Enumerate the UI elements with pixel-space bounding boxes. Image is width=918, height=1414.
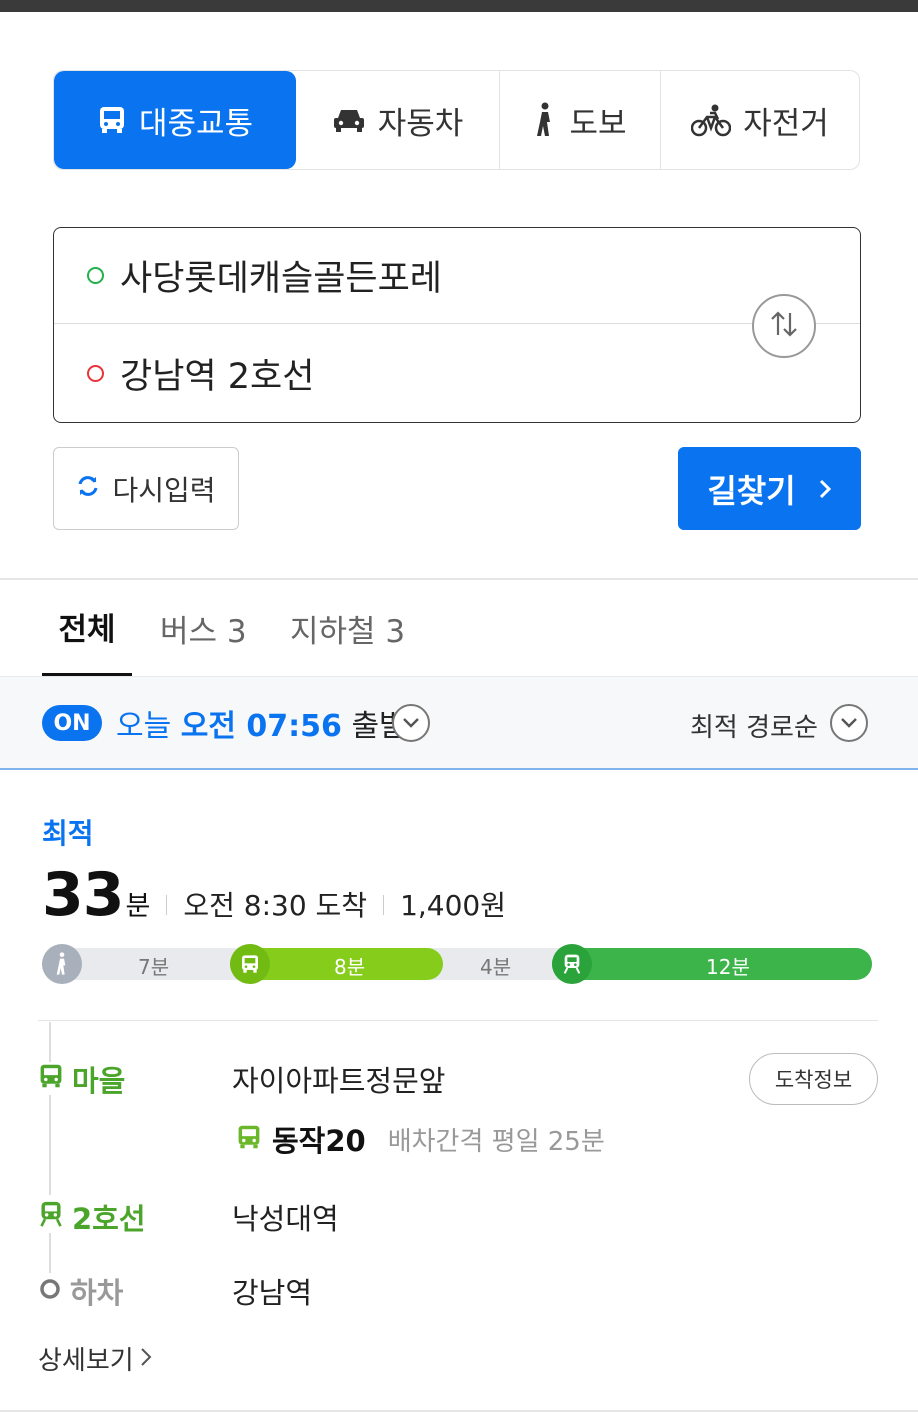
- step-alight-stop: 강남역: [232, 1276, 313, 1310]
- departure-day: 오늘: [116, 709, 172, 744]
- timeline-bus-label: 8분: [334, 955, 366, 979]
- bottom-divider: [0, 1410, 918, 1412]
- chevron-down-icon: [402, 714, 420, 733]
- chevron-right-icon: [818, 470, 832, 508]
- swap-arrows-icon: [767, 309, 801, 343]
- bus-interval: 배차간격 평일 25분: [387, 1126, 605, 1157]
- best-route-label: 최적: [42, 817, 94, 850]
- chevron-down-icon: [840, 714, 858, 733]
- duration-unit: 분: [125, 891, 151, 922]
- search-label: 길찾기: [707, 471, 796, 510]
- search-route-button[interactable]: 길찾기: [678, 447, 861, 530]
- tab-car[interactable]: 자동차: [296, 71, 500, 169]
- timeline-subway-label: 12분: [706, 955, 750, 979]
- step-connector: [49, 1233, 51, 1273]
- subway-icon: [552, 944, 592, 984]
- step-alight-label: 하차: [38, 1270, 123, 1312]
- destination-dot-icon: [87, 364, 104, 382]
- departure-time-selector[interactable]: 오늘 오전 07:56 출발: [116, 701, 407, 745]
- swap-route-button[interactable]: [752, 294, 816, 358]
- bus-icon: [38, 1062, 64, 1096]
- sort-dropdown-button[interactable]: [830, 704, 868, 742]
- step-bus-type: 마을: [72, 1064, 126, 1098]
- tab-all[interactable]: 전체: [42, 580, 132, 676]
- tab-car-label: 자동차: [377, 105, 464, 142]
- duration-value: 33: [42, 860, 124, 930]
- status-bar: [0, 0, 918, 12]
- origin-text: 사당롯데캐슬골든포레: [120, 259, 443, 299]
- departure-time: 오전 07:56: [180, 709, 342, 744]
- alight-circle-icon: [38, 1274, 62, 1308]
- bike-icon: [691, 103, 732, 137]
- origin-field[interactable]: 사당롯데캐슬골든포레: [54, 228, 860, 324]
- bus-icon: [230, 944, 270, 984]
- separator: [166, 895, 168, 915]
- step-subway-stop: 낙성대역: [232, 1202, 339, 1236]
- step-bus-stop: 자이아파트정문앞: [232, 1064, 446, 1098]
- bus-number: 동작20: [272, 1124, 366, 1158]
- departure-options-bar: ON 오늘 오전 07:56 출발 최적 경로순: [0, 676, 918, 770]
- destination-field[interactable]: 강남역 2호선: [54, 325, 860, 421]
- route-summary: 33 분 오전 8:30 도착 1,400원: [42, 860, 506, 930]
- transport-mode-tabs: 대중교통 자동차 도보 자전거: [53, 70, 860, 170]
- reset-button[interactable]: 다시입력: [53, 447, 239, 530]
- tab-bike[interactable]: 자전거: [661, 71, 859, 169]
- step-bus-label: 마을: [38, 1058, 125, 1100]
- tab-subway[interactable]: 지하철 3: [290, 580, 405, 676]
- step-subway-type: 2호선: [72, 1202, 146, 1236]
- tab-walk[interactable]: 도보: [500, 71, 661, 169]
- departure-dropdown-button[interactable]: [392, 704, 430, 742]
- step-subway-label: 2호선: [38, 1196, 146, 1238]
- bus-line-info: 동작20 배차간격 평일 25분: [236, 1118, 605, 1160]
- bus-icon: [236, 1124, 262, 1154]
- detail-link[interactable]: 상세보기: [38, 1340, 152, 1377]
- timeline-walk1-label: 7분: [138, 955, 170, 979]
- arrival-time: 오전 8:30 도착: [183, 889, 368, 922]
- destination-text: 강남역 2호선: [120, 356, 315, 397]
- fare: 1,400원: [400, 889, 506, 922]
- subway-icon: [38, 1200, 64, 1235]
- tab-bus[interactable]: 버스 3: [160, 580, 247, 676]
- sort-selector[interactable]: 최적 경로순: [690, 707, 818, 744]
- route-input-box: 사당롯데캐슬골든포레 강남역 2호선: [53, 227, 861, 423]
- result-filter-tabs: 전체 버스 3 지하철 3: [0, 580, 918, 676]
- step-alight-type: 하차: [70, 1276, 124, 1310]
- reset-label: 다시입력: [112, 473, 216, 507]
- car-icon: [332, 106, 366, 134]
- chevron-right-icon: [140, 1344, 152, 1374]
- arrival-info-button[interactable]: 도착정보: [749, 1053, 878, 1105]
- tab-bike-label: 자전거: [743, 105, 829, 142]
- origin-dot-icon: [87, 267, 104, 284]
- step-connector: [49, 1095, 51, 1195]
- walk-icon: [533, 102, 557, 138]
- tab-transit[interactable]: 대중교통: [54, 71, 296, 169]
- tab-walk-label: 도보: [569, 105, 627, 142]
- refresh-icon: [76, 472, 100, 505]
- walk-icon: [42, 944, 82, 984]
- card-divider: [38, 1020, 878, 1021]
- tab-transit-label: 대중교통: [138, 105, 254, 142]
- bus-icon: [97, 105, 127, 135]
- timeline-walk2-label: 4분: [480, 955, 512, 979]
- on-badge: ON: [42, 705, 102, 741]
- separator: [383, 895, 385, 915]
- step-connector: [49, 1022, 51, 1062]
- detail-label: 상세보기: [38, 1346, 134, 1376]
